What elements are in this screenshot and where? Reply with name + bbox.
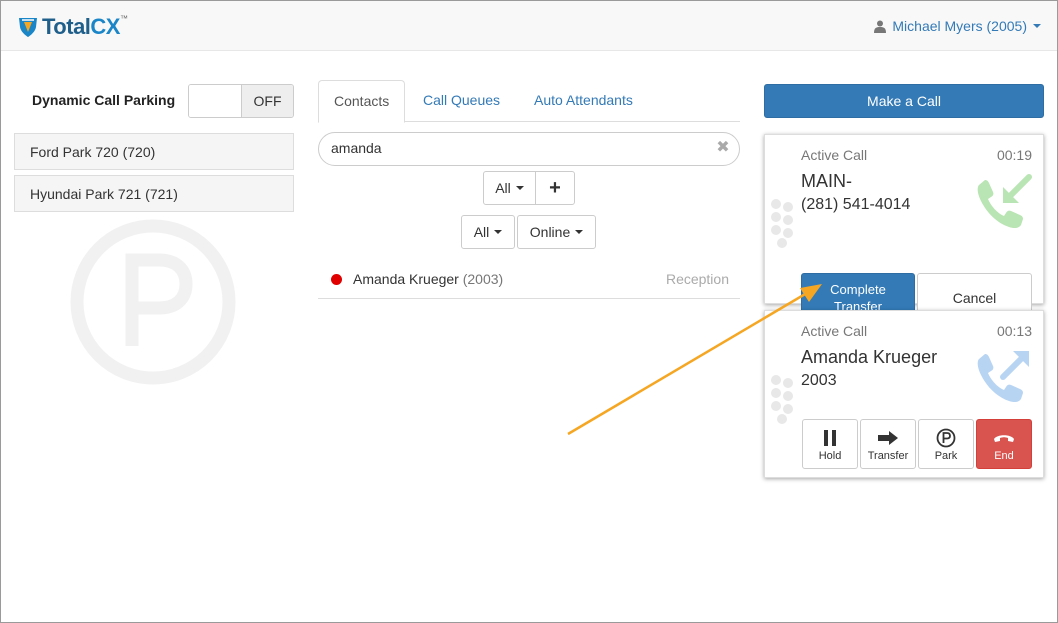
chevron-down-icon [515,186,524,190]
type-filter-label: All [495,180,511,196]
add-contact-button[interactable]: + [535,171,575,205]
scope-filter-label: All [473,224,490,240]
end-call-button[interactable]: End [976,419,1032,469]
totalcx-logo[interactable]: TotalCX™ [17,13,128,41]
transfer-label: Transfer [867,450,909,462]
chevron-down-icon [1033,24,1041,28]
parking-icon [936,428,956,448]
status-filter-dropdown[interactable]: Online [517,215,596,249]
caller-name: MAIN- [801,171,852,191]
type-filter-dropdown[interactable]: All [483,171,536,205]
contact-search-input[interactable]: amanda [318,132,740,166]
parking-watermark-icon [70,219,236,385]
call-timer: 00:19 [996,147,1032,163]
chevron-down-icon [494,230,503,234]
tab-call-queues[interactable]: Call Queues [408,80,515,122]
call-timer: 00:13 [996,323,1032,339]
call-parking-title: Dynamic Call Parking [32,92,176,108]
scope-filter-dropdown[interactable]: All [461,215,515,249]
tab-contacts[interactable]: Contacts [318,80,406,123]
park-lot-item[interactable]: Hyundai Park 721 (721) [14,175,294,212]
user-icon [874,20,887,33]
arrow-right-icon [878,428,898,448]
park-lot-item[interactable]: Ford Park 720 (720) [14,133,294,170]
call-status-label: Active Call [801,147,868,163]
clear-search-icon[interactable]: ✖ [715,140,731,156]
hold-label: Hold [818,450,842,462]
transfer-button[interactable]: Transfer [860,419,916,469]
status-busy-icon [331,274,342,285]
directory-tabs: Contacts Call Queues Auto Attendants [318,80,740,123]
toggle-state-label: OFF [241,85,293,117]
transfer-call-icon [977,351,1029,403]
incoming-call-icon [977,174,1032,229]
end-label: End [994,450,1014,462]
tab-auto-attendants[interactable]: Auto Attendants [519,80,648,122]
make-call-button[interactable]: Make a Call [764,84,1044,118]
park-label: Park [934,450,958,462]
chevron-down-icon [575,230,584,234]
user-menu-dropdown[interactable]: Michael Myers (2005) [874,18,1041,34]
logo-text: TotalCX™ [42,14,128,39]
contact-name: Amanda Krueger (2003) [353,271,504,287]
hang-up-icon [993,428,1015,448]
annotation-arrow [567,284,822,436]
user-name: Michael Myers (2005) [892,18,1027,34]
status-filter-label: Online [529,224,571,240]
logo-shield-icon [19,18,37,37]
park-button[interactable]: Park [918,419,974,469]
caller-number: (281) 541-4014 [801,196,911,213]
toggle-knob [189,85,241,117]
top-navbar: TotalCX™ Michael Myers (2005) [1,1,1057,51]
call-parking-toggle[interactable]: OFF [188,84,294,118]
drag-handle-icon[interactable] [771,199,795,249]
